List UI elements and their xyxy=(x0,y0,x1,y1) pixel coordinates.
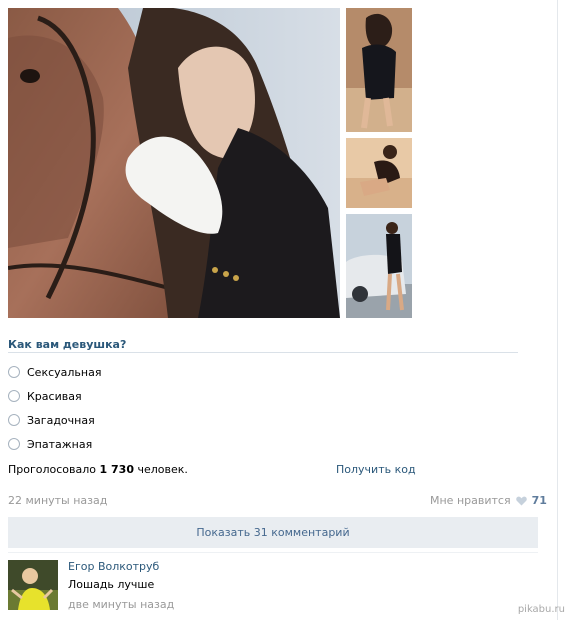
show-comments-label: Показать 31 комментарий xyxy=(196,526,350,539)
votes-suffix: человек. xyxy=(137,463,188,476)
radio-button[interactable] xyxy=(8,438,20,450)
page-divider xyxy=(557,0,558,620)
radio-button[interactable] xyxy=(8,390,20,402)
poll-question: Как вам девушка? xyxy=(8,338,127,351)
poll-option-label: Сексуальная xyxy=(27,365,102,379)
heart-icon xyxy=(515,496,527,505)
main-photo[interactable] xyxy=(8,8,340,318)
like-count: 71 xyxy=(531,494,547,507)
votes-count: 1 730 xyxy=(99,463,134,476)
like-label: Мне нравится xyxy=(430,494,511,507)
comment-time[interactable]: две минуты назад xyxy=(68,598,174,611)
poll-divider xyxy=(8,352,518,353)
show-comments-button[interactable]: Показать 31 комментарий xyxy=(8,517,538,548)
comment-divider xyxy=(8,552,538,553)
comment-author[interactable]: Егор Волкотруб xyxy=(68,560,159,573)
votes-prefix: Проголосовало xyxy=(8,463,97,476)
poll-option[interactable]: Сексуальная xyxy=(8,364,101,380)
like-button[interactable]: Мне нравится 71 xyxy=(430,494,547,507)
avatar[interactable] xyxy=(8,560,58,610)
poll-option-label: Красивая xyxy=(27,389,82,403)
thumb-1[interactable] xyxy=(346,8,412,132)
comment-text: Лошадь лучше xyxy=(68,578,155,591)
thumb-2[interactable] xyxy=(346,138,412,208)
poll-option[interactable]: Красивая xyxy=(8,388,82,404)
get-code-link[interactable]: Получить код xyxy=(336,463,416,476)
poll-vote-summary: Проголосовало 1 730 человек. xyxy=(8,463,188,476)
post-time[interactable]: 22 минуты назад xyxy=(8,494,107,507)
poll-option-label: Загадочная xyxy=(27,413,95,427)
radio-button[interactable] xyxy=(8,366,20,378)
poll-option[interactable]: Загадочная xyxy=(8,412,95,428)
poll-option-label: Эпатажная xyxy=(27,437,93,451)
poll-option[interactable]: Эпатажная xyxy=(8,436,92,452)
watermark: pikabu.ru xyxy=(517,604,565,615)
thumb-3[interactable] xyxy=(346,214,412,318)
radio-button[interactable] xyxy=(8,414,20,426)
